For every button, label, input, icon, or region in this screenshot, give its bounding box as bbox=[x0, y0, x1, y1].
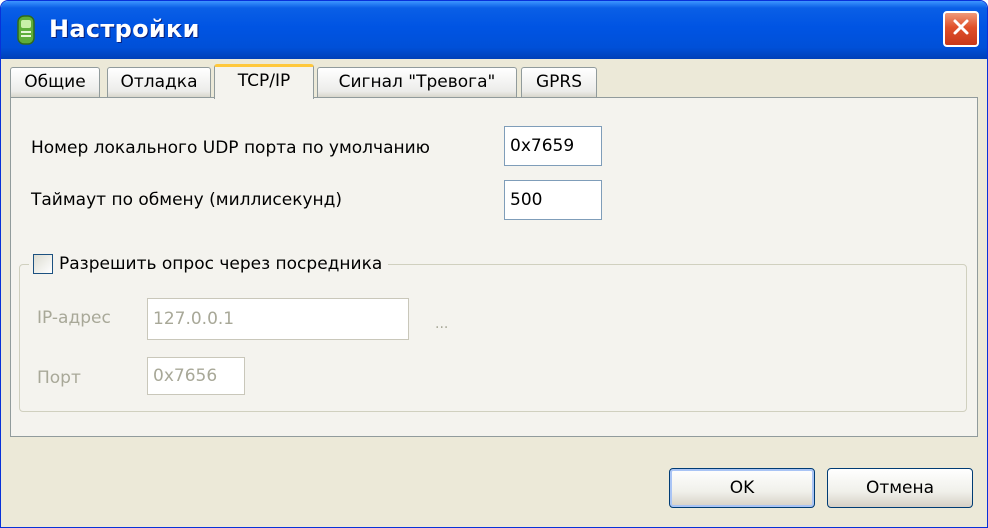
browse-ellipsis[interactable]: ... bbox=[435, 316, 448, 332]
port-label: Порт bbox=[37, 368, 81, 388]
tab-label: Сигнал "Тревога" bbox=[338, 72, 496, 92]
udp-port-label: Номер локального UDP порта по умолчанию bbox=[31, 138, 430, 158]
proxy-checkbox[interactable] bbox=[33, 254, 53, 274]
proxy-checkbox-row[interactable]: Разрешить опрос через посредника bbox=[29, 249, 389, 279]
ok-button-label: OK bbox=[729, 478, 755, 498]
timeout-field[interactable]: 500 bbox=[504, 180, 602, 220]
window-title: Настройки bbox=[49, 15, 200, 43]
tab-label: Отладка bbox=[120, 72, 198, 92]
tab-gprs[interactable]: GPRS bbox=[521, 67, 597, 97]
title-bar[interactable]: Настройки bbox=[1, 1, 987, 59]
timeout-label: Таймаут по обмену (миллисекунд) bbox=[31, 190, 343, 210]
tab-label: TCP/IP bbox=[237, 71, 291, 91]
tab-general[interactable]: Общие bbox=[10, 67, 100, 97]
tab-debug[interactable]: Отладка bbox=[107, 67, 211, 97]
udp-port-field[interactable]: 0x7659 bbox=[504, 126, 602, 166]
app-icon bbox=[15, 15, 37, 45]
tab-alarm-signal[interactable]: Сигнал "Тревога" bbox=[317, 67, 517, 97]
cancel-button-label: Отмена bbox=[865, 478, 935, 498]
proxy-port-field[interactable]: 0x7656 bbox=[147, 357, 245, 395]
cancel-button[interactable]: Отмена bbox=[827, 468, 973, 508]
close-button[interactable] bbox=[943, 11, 979, 47]
proxy-checkbox-label: Разрешить опрос через посредника bbox=[59, 254, 383, 274]
ip-address-label: IP-адрес bbox=[37, 308, 111, 328]
tab-label: Общие bbox=[24, 72, 86, 92]
settings-dialog: Настройки Общие Отладка TCP/IP Сигнал "Т… bbox=[0, 0, 988, 528]
close-icon bbox=[951, 17, 971, 41]
tab-label: GPRS bbox=[535, 72, 583, 92]
ok-button[interactable]: OK bbox=[669, 468, 815, 508]
tcpip-panel: Номер локального UDP порта по умолчанию … bbox=[10, 97, 978, 437]
tab-tcpip[interactable]: TCP/IP bbox=[214, 64, 314, 99]
ip-address-field[interactable]: 127.0.0.1 bbox=[147, 298, 409, 340]
